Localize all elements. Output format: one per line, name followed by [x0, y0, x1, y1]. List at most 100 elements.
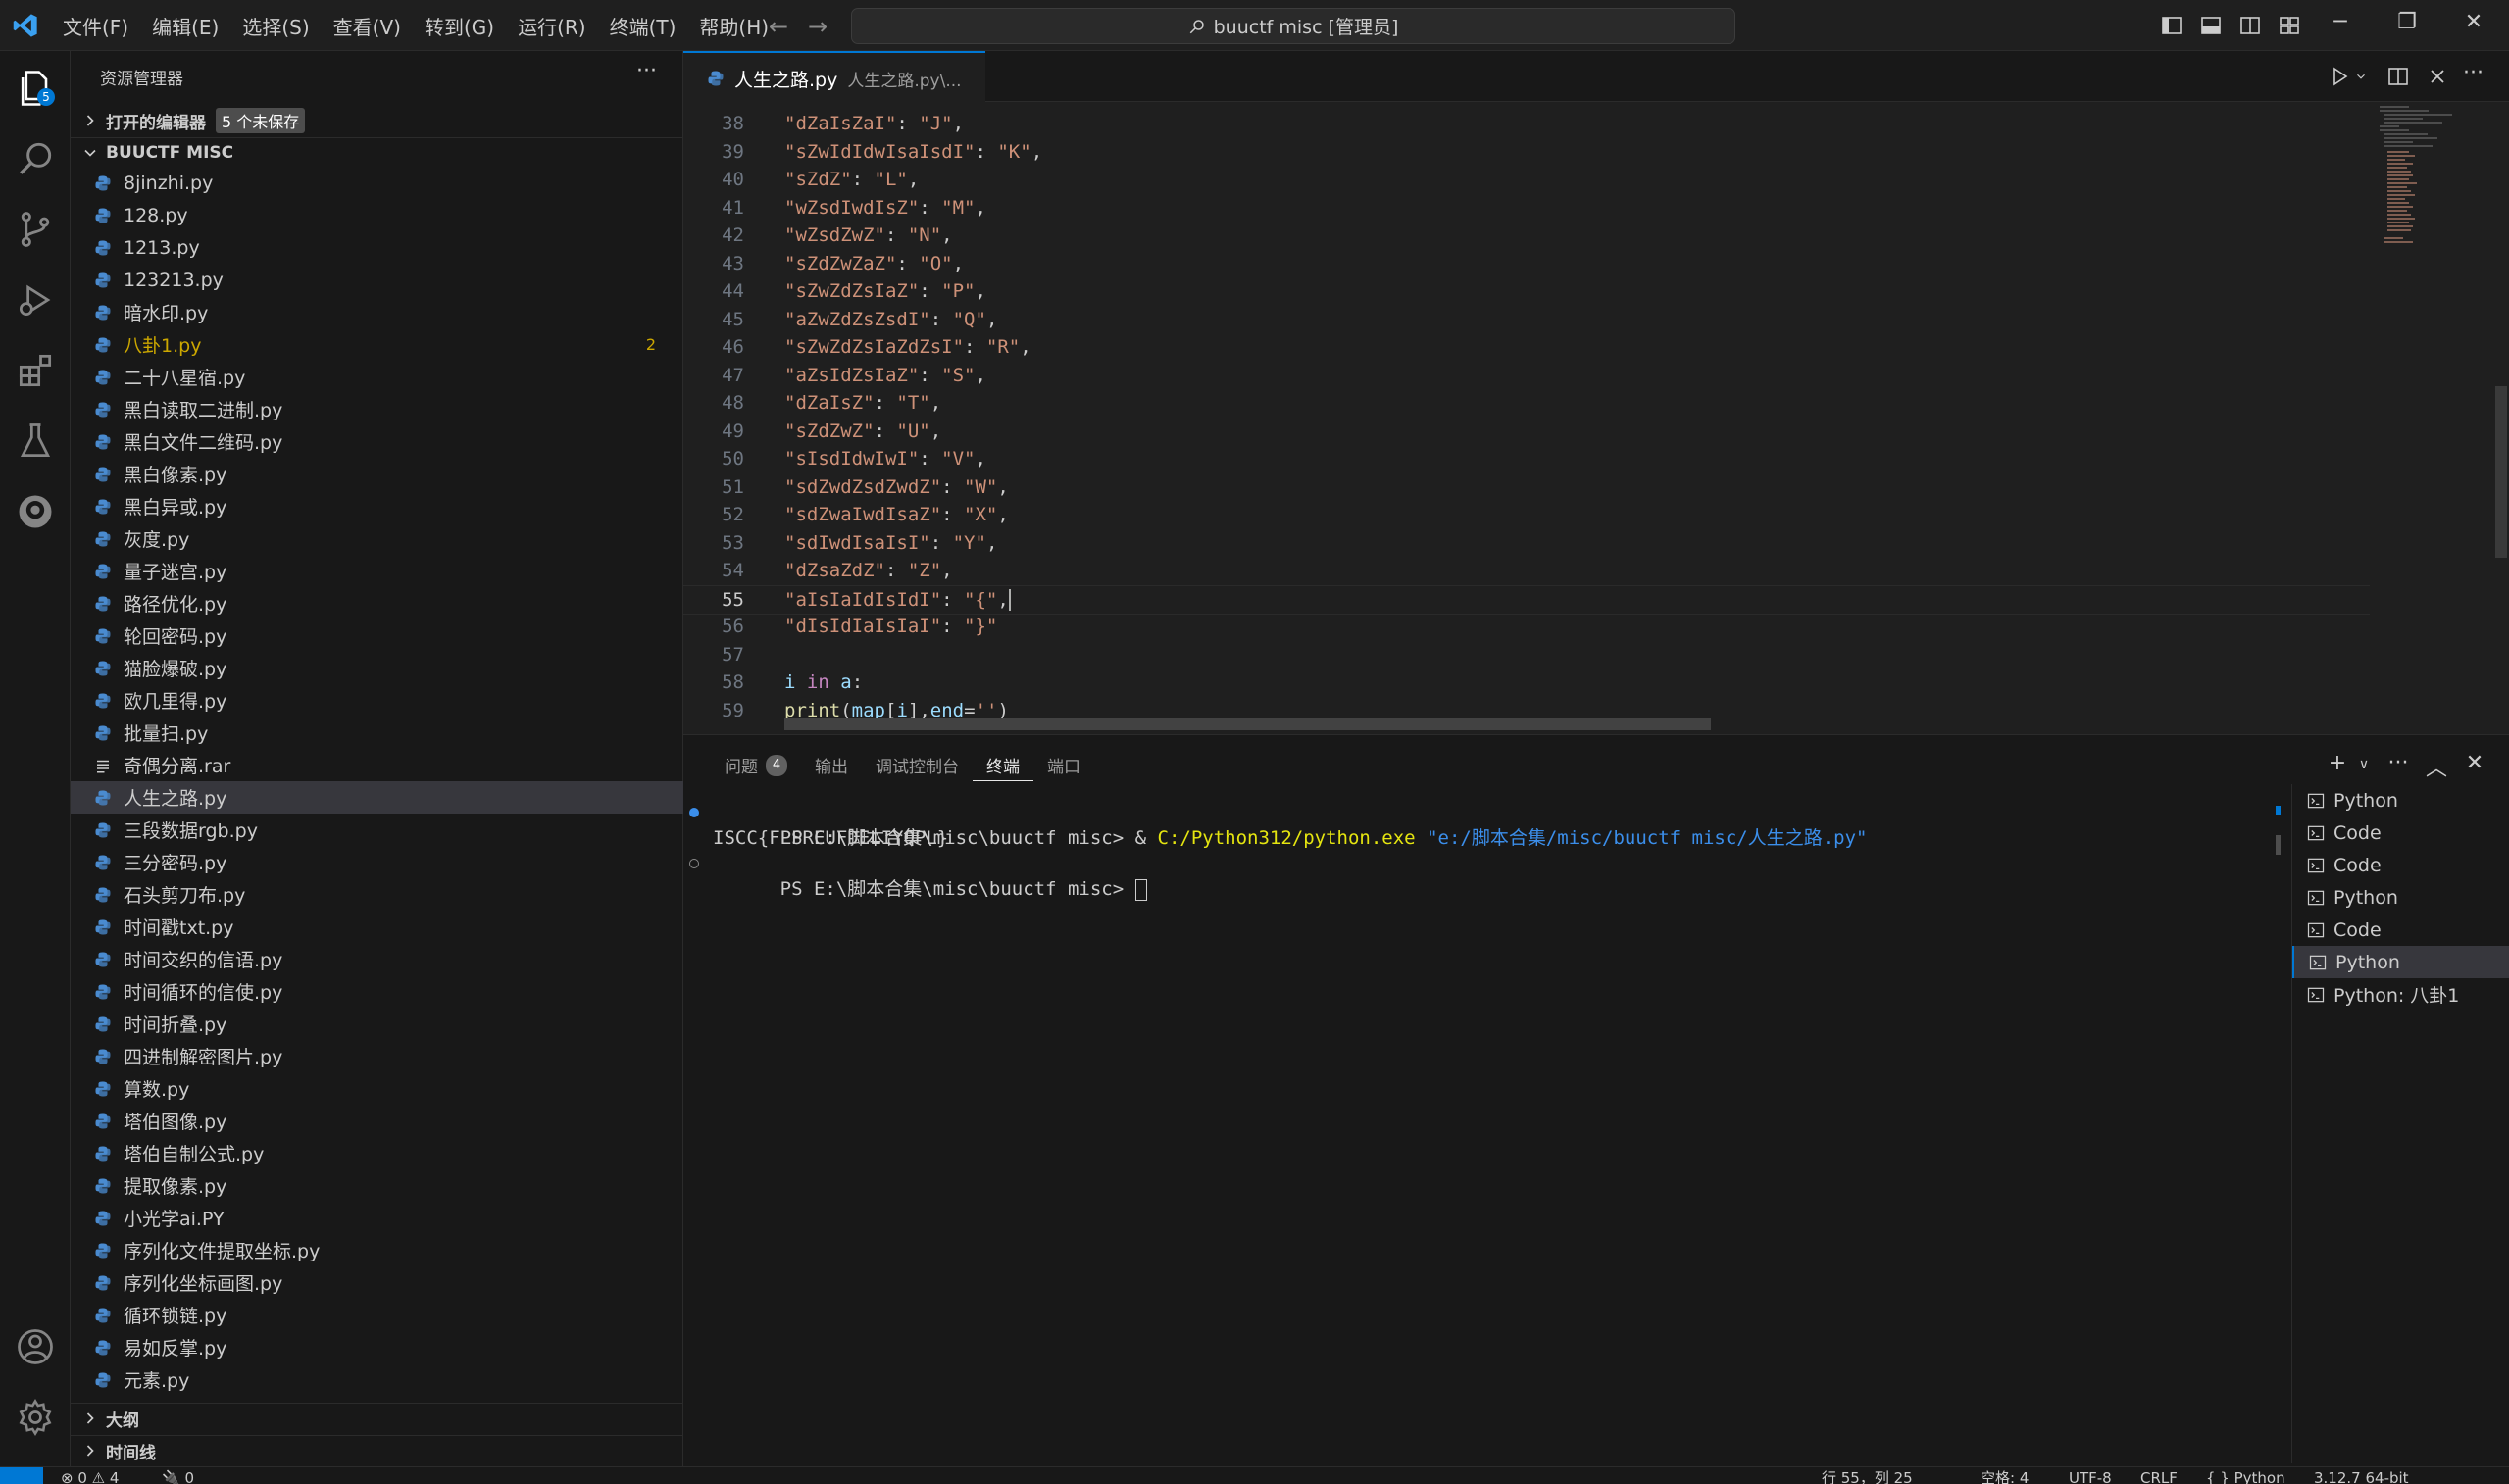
file-item[interactable]: 算数.py: [71, 1072, 683, 1105]
run-python-file-icon[interactable]: [2328, 65, 2351, 88]
file-item[interactable]: 欧几里得.py: [71, 684, 683, 717]
file-item[interactable]: 人生之路.py: [71, 781, 683, 814]
folder-section[interactable]: BUUCTF MISC: [71, 137, 683, 168]
split-editor-icon[interactable]: [2386, 65, 2410, 88]
open-editors-section[interactable]: 打开的编辑器 5 个未保存: [71, 106, 683, 135]
file-item[interactable]: 黑白像素.py: [71, 458, 683, 490]
testing-flask-icon[interactable]: [14, 420, 57, 463]
tab-active-file[interactable]: 人生之路.py 人生之路.py\...: [683, 51, 985, 104]
file-item[interactable]: 时间循环的信使.py: [71, 975, 683, 1008]
panel-more-actions-icon[interactable]: ···: [2384, 751, 2412, 775]
minimize-icon[interactable]: ─: [2326, 10, 2355, 34]
customize-layout-icon[interactable]: [2278, 14, 2301, 37]
file-item[interactable]: 123213.py: [71, 264, 683, 296]
interpreter-status[interactable]: 3.12.7 64-bit: [2314, 1467, 2409, 1484]
panel-tab[interactable]: 调试控制台: [862, 750, 973, 781]
file-item[interactable]: 时间交织的信语.py: [71, 943, 683, 975]
maximize-panel-icon[interactable]: ︿: [2423, 751, 2450, 782]
panel-tab[interactable]: 问题 4: [711, 750, 801, 781]
menu-help[interactable]: 帮助(H): [687, 12, 780, 40]
file-item[interactable]: 石头剪刀布.py: [71, 878, 683, 911]
file-item[interactable]: 小光学ai.PY: [71, 1202, 683, 1234]
menu-file[interactable]: 文件(F): [51, 12, 140, 40]
indentation-status[interactable]: 空格: 4: [1981, 1467, 2029, 1484]
editor-horizontal-scrollbar[interactable]: [784, 718, 1711, 730]
terminal-instance[interactable]: Python: 八卦1: [2292, 978, 2509, 1011]
terminal-instance[interactable]: Python: [2292, 946, 2509, 978]
toggle-primary-sidebar-icon[interactable]: [2160, 14, 2183, 37]
menu-view[interactable]: 查看(V): [322, 12, 413, 40]
file-item[interactable]: 八卦1.py 2: [71, 328, 683, 361]
toggle-panel-icon[interactable]: [2199, 14, 2223, 37]
terminal-instance[interactable]: Code: [2292, 816, 2509, 849]
terminal-instance[interactable]: Python: [2292, 881, 2509, 914]
close-panel-icon[interactable]: ✕: [2461, 751, 2488, 775]
command-center-search[interactable]: buuctf misc [管理员]: [851, 8, 1735, 44]
timeline-section[interactable]: 时间线: [71, 1435, 683, 1465]
file-item[interactable]: 塔伯图像.py: [71, 1105, 683, 1137]
source-control-icon[interactable]: [14, 208, 57, 251]
explorer-icon[interactable]: 5: [14, 67, 57, 110]
code-editor[interactable]: 38 "dZaIsZaI": "J", 39 "sZwIdIdwIsaIsdI": "…: [683, 102, 2370, 734]
terminal-instance[interactable]: Python: [2292, 784, 2509, 816]
file-item[interactable]: 易如反掌.py: [71, 1331, 683, 1363]
encoding-status[interactable]: UTF-8: [2069, 1467, 2112, 1484]
panel-tab[interactable]: 输出: [801, 750, 862, 781]
file-item[interactable]: 暗水印.py: [71, 296, 683, 328]
file-item[interactable]: 元素.py: [71, 1363, 683, 1396]
extensions-icon[interactable]: [14, 349, 57, 392]
file-item[interactable]: 提取像素.py: [71, 1169, 683, 1202]
file-item[interactable]: 二十八星宿.py: [71, 361, 683, 393]
accounts-icon[interactable]: [14, 1325, 57, 1368]
search-icon[interactable]: [14, 137, 57, 180]
file-item[interactable]: 量子迷宫.py: [71, 555, 683, 587]
editor-more-actions-icon[interactable]: ···: [2463, 61, 2486, 85]
terminal-instance[interactable]: Code: [2292, 849, 2509, 881]
close-window-icon[interactable]: ✕: [2459, 10, 2488, 34]
run-debug-icon[interactable]: [14, 278, 57, 322]
file-item[interactable]: 序列化坐标画图.py: [71, 1266, 683, 1299]
file-item[interactable]: 128.py: [71, 199, 683, 231]
restore-icon[interactable]: ❐: [2392, 10, 2422, 34]
file-item[interactable]: 循环锁链.py: [71, 1299, 683, 1331]
close-editor-icon[interactable]: [2426, 65, 2449, 88]
file-item[interactable]: 三段数据rgb.py: [71, 814, 683, 846]
scrollbar-thumb[interactable]: [2495, 386, 2507, 558]
problems-status[interactable]: ⊗ 0 ⚠ 4: [61, 1467, 119, 1484]
remote-indicator[interactable]: [0, 1467, 43, 1484]
terminal-output[interactable]: PS E:\脚本合集\misc\buuctf misc> & C:/Python…: [683, 792, 2272, 1463]
file-item[interactable]: 奇偶分离.rar: [71, 749, 683, 781]
back-arrow-icon[interactable]: ←: [769, 13, 788, 40]
file-item[interactable]: 三分密码.py: [71, 846, 683, 878]
file-item[interactable]: 黑白读取二进制.py: [71, 393, 683, 425]
new-terminal-icon[interactable]: +: [2324, 751, 2351, 775]
file-item[interactable]: 黑白异或.py: [71, 490, 683, 522]
editor-vertical-scrollbar[interactable]: [2493, 102, 2509, 734]
run-dropdown-chevron-icon[interactable]: [2354, 65, 2368, 88]
remote-explorer-icon[interactable]: [14, 490, 57, 533]
toggle-secondary-sidebar-icon[interactable]: [2238, 14, 2262, 37]
file-item[interactable]: 批量扫.py: [71, 717, 683, 749]
file-item[interactable]: 黑白文件二维码.py: [71, 425, 683, 458]
cursor-position-status[interactable]: 行 55，列 25: [1822, 1467, 1913, 1484]
forward-arrow-icon[interactable]: →: [808, 13, 828, 40]
file-item[interactable]: 塔伯自制公式.py: [71, 1137, 683, 1169]
minimap[interactable]: [2370, 102, 2493, 734]
panel-tab[interactable]: 端口: [1033, 750, 1094, 781]
file-item[interactable]: 8jinzhi.py: [71, 167, 683, 199]
file-item[interactable]: 路径优化.py: [71, 587, 683, 619]
file-item[interactable]: 四进制解密图片.py: [71, 1040, 683, 1072]
file-item[interactable]: 猫脸爆破.py: [71, 652, 683, 684]
menu-terminal[interactable]: 终端(T): [598, 12, 688, 40]
file-item[interactable]: 轮回密码.py: [71, 619, 683, 652]
ports-status[interactable]: 🔌 0: [162, 1467, 194, 1484]
menu-go[interactable]: 转到(G): [413, 12, 506, 40]
file-item[interactable]: 序列化文件提取坐标.py: [71, 1234, 683, 1266]
settings-gear-icon[interactable]: [14, 1396, 57, 1439]
terminal-scrollbar[interactable]: [2272, 792, 2291, 1463]
language-status[interactable]: { } Python: [2206, 1467, 2285, 1484]
file-item[interactable]: 时间戳txt.py: [71, 911, 683, 943]
panel-tab[interactable]: 终端: [973, 749, 1033, 781]
terminal-dropdown-chevron-icon[interactable]: ∨: [2350, 757, 2378, 772]
file-item[interactable]: 1213.py: [71, 231, 683, 264]
